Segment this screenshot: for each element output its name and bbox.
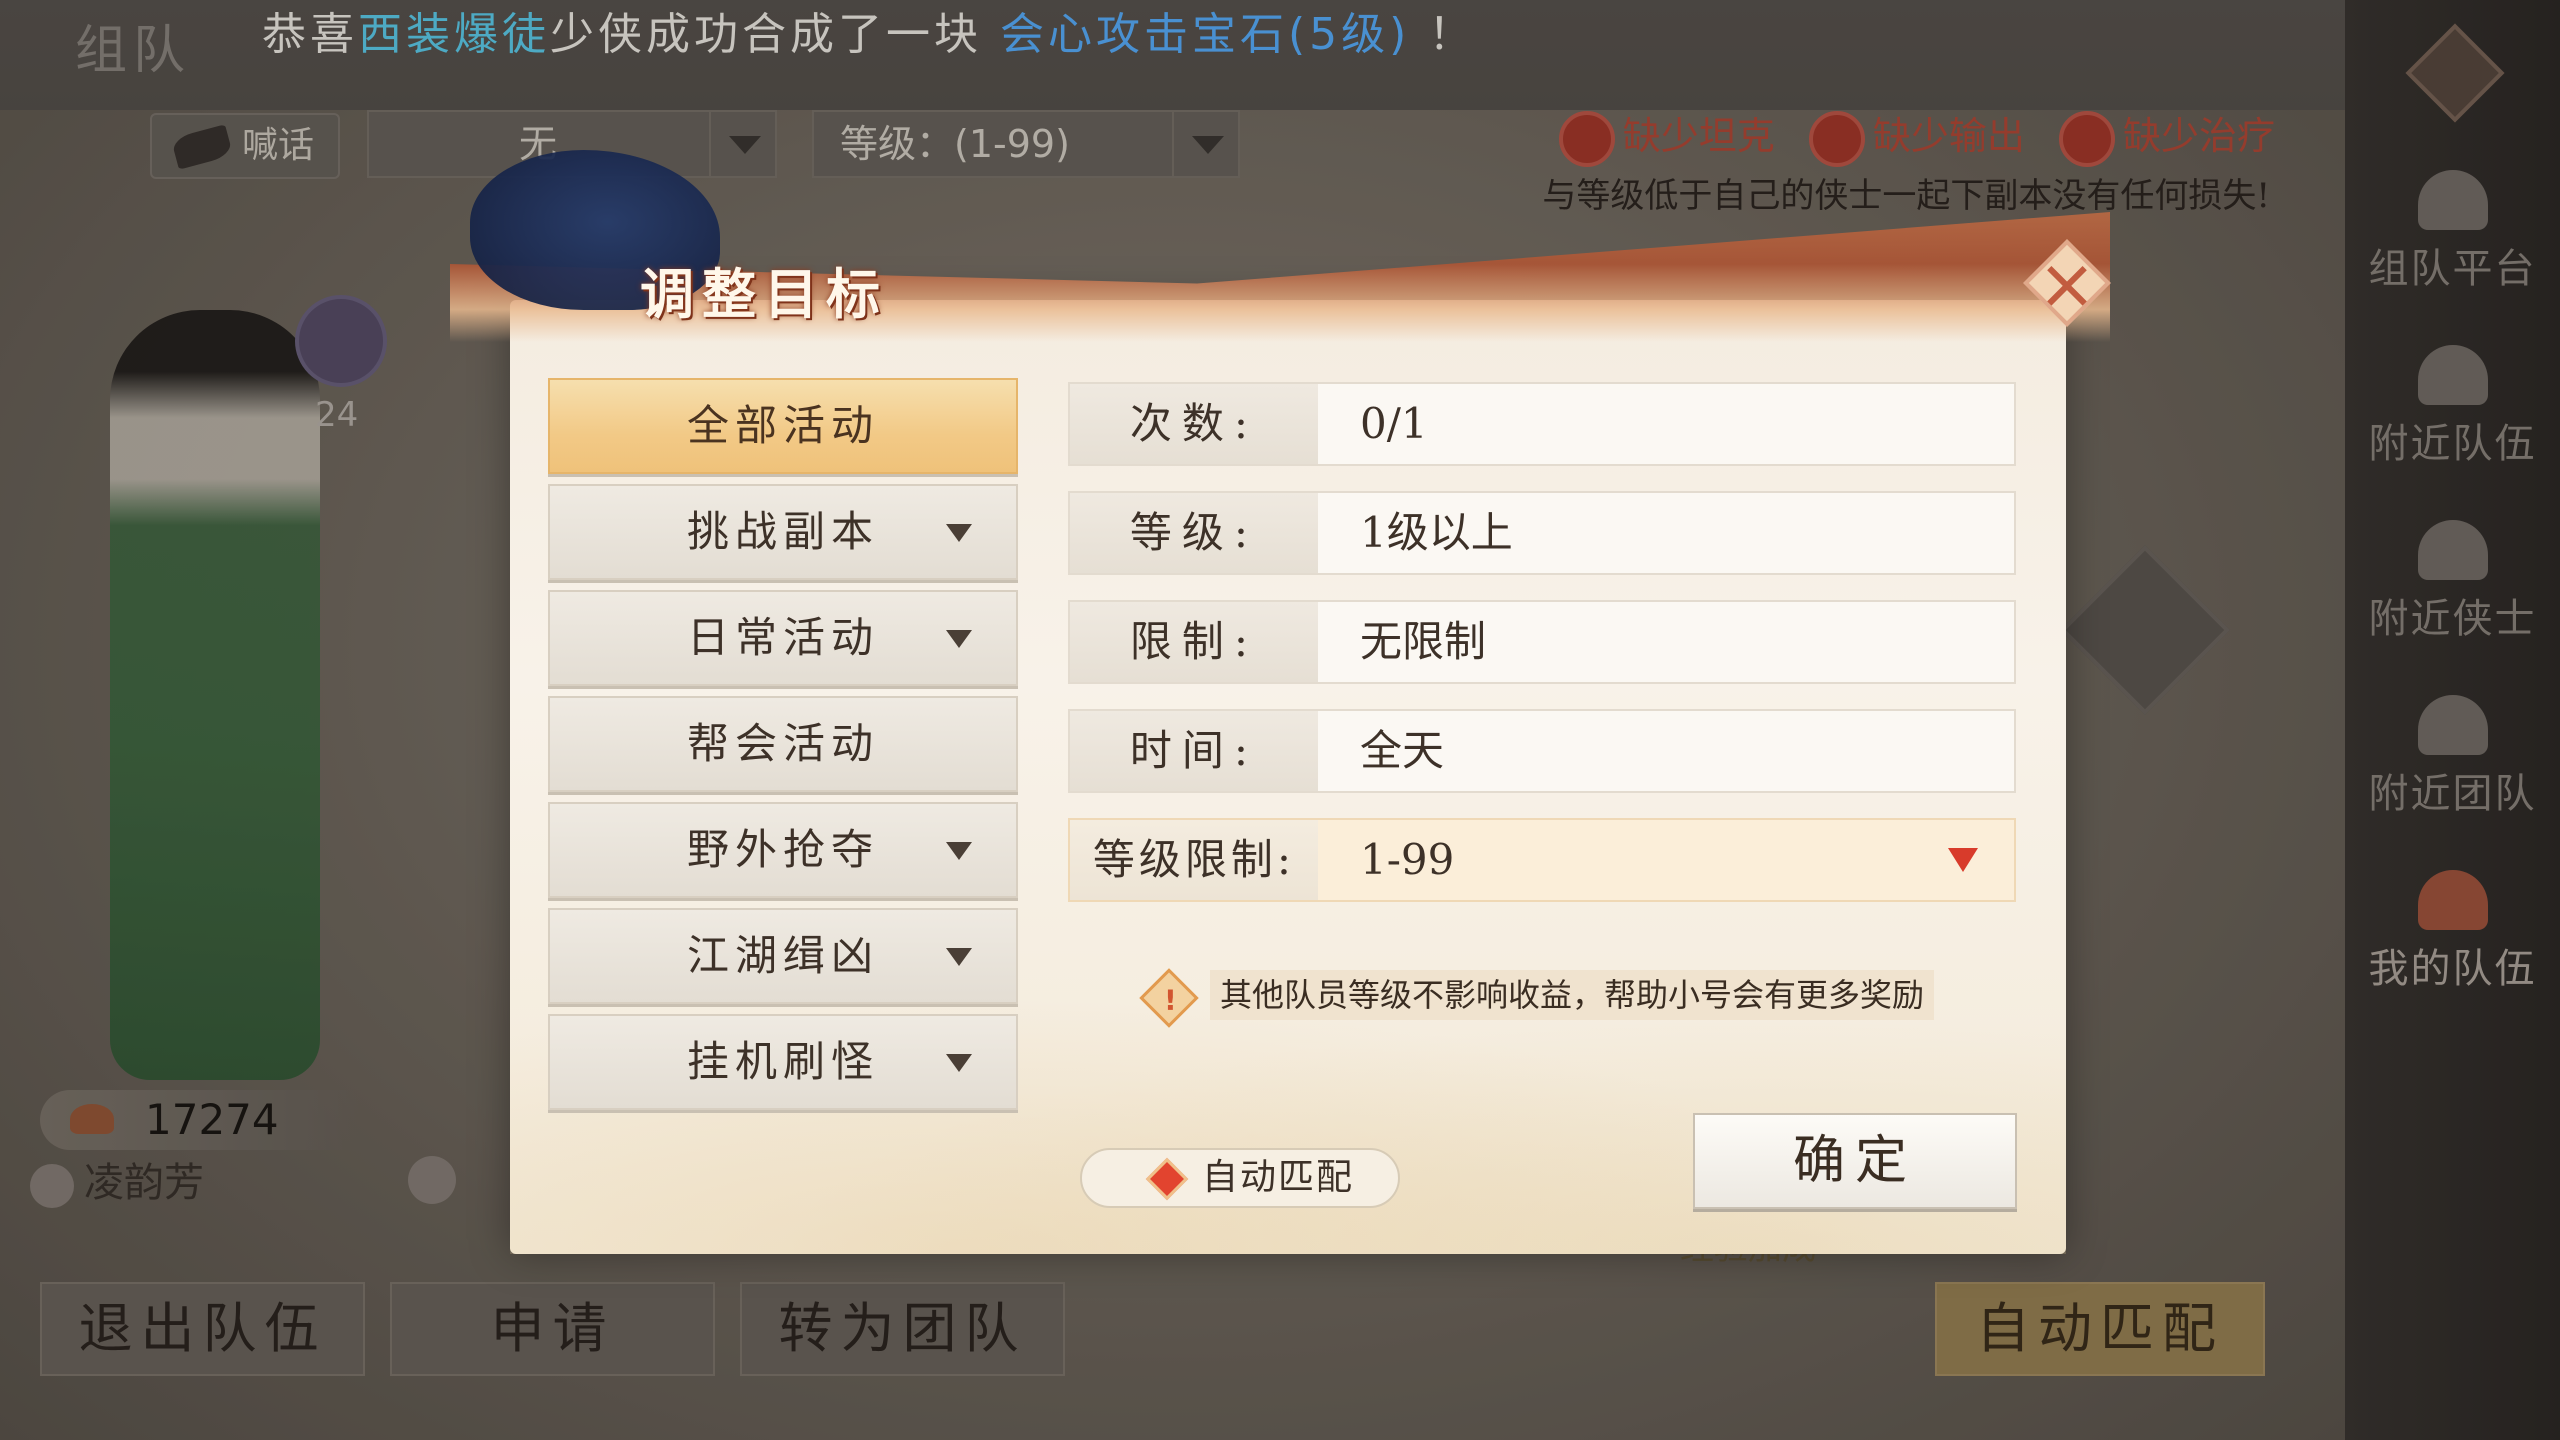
diamond-checkbox-icon <box>1145 1157 1189 1201</box>
confirm-button[interactable]: 确定 <box>1693 1113 2017 1209</box>
notice-text: 其他队员等级不影响收益，帮助小号会有更多奖励 <box>1210 970 1935 1020</box>
restriction-value: 无限制 <box>1360 617 1487 666</box>
info-row-restriction: 限制: 无限制 <box>1068 600 2016 684</box>
tab-guild-activities[interactable]: 帮会活动 <box>548 696 1018 792</box>
tab-daily-activities[interactable]: 日常活动 <box>548 590 1018 686</box>
level-limit-label: 等级限制: <box>1070 820 1318 900</box>
level-limit-select[interactable]: 等级限制: 1-99 <box>1068 818 2016 902</box>
auto-match-toggle[interactable]: 自动匹配 <box>1080 1148 1400 1208</box>
dropdown-arrow-icon <box>946 524 972 542</box>
tab-challenge-dungeon[interactable]: 挑战副本 <box>548 484 1018 580</box>
count-label: 次数: <box>1070 384 1318 464</box>
dropdown-arrow-icon <box>946 842 972 860</box>
time-label: 时间: <box>1070 711 1318 791</box>
level-limit-value: 1-99 <box>1360 835 1455 884</box>
tab-idle-farming[interactable]: 挂机刷怪 <box>548 1014 1018 1110</box>
count-value: 0/1 <box>1360 399 1428 448</box>
info-row-level: 等级: 1级以上 <box>1068 491 2016 575</box>
info-row-count: 次数: 0/1 <box>1068 382 2016 466</box>
tab-all-activities[interactable]: 全部活动 <box>548 378 1018 474</box>
info-row-time: 时间: 全天 <box>1068 709 2016 793</box>
dropdown-arrow-icon <box>946 948 972 966</box>
tab-jianghu-bounty[interactable]: 江湖缉凶 <box>548 908 1018 1004</box>
tab-field-plunder[interactable]: 野外抢夺 <box>548 802 1018 898</box>
dropdown-arrow-icon <box>946 630 972 648</box>
restriction-label: 限制: <box>1070 602 1318 682</box>
time-value: 全天 <box>1360 726 1445 775</box>
dropdown-arrow-icon <box>946 1054 972 1072</box>
level-value: 1级以上 <box>1360 508 1513 557</box>
dialog-title: 调整目标 <box>640 262 888 326</box>
dropdown-arrow-icon <box>1948 848 1978 872</box>
level-label: 等级: <box>1070 493 1318 573</box>
auto-match-label: 自动匹配 <box>1202 1157 1355 1198</box>
level-notice: ! 其他队员等级不影响收益，帮助小号会有更多奖励 <box>1139 967 1935 1028</box>
warning-icon: ! <box>1139 967 1199 1028</box>
